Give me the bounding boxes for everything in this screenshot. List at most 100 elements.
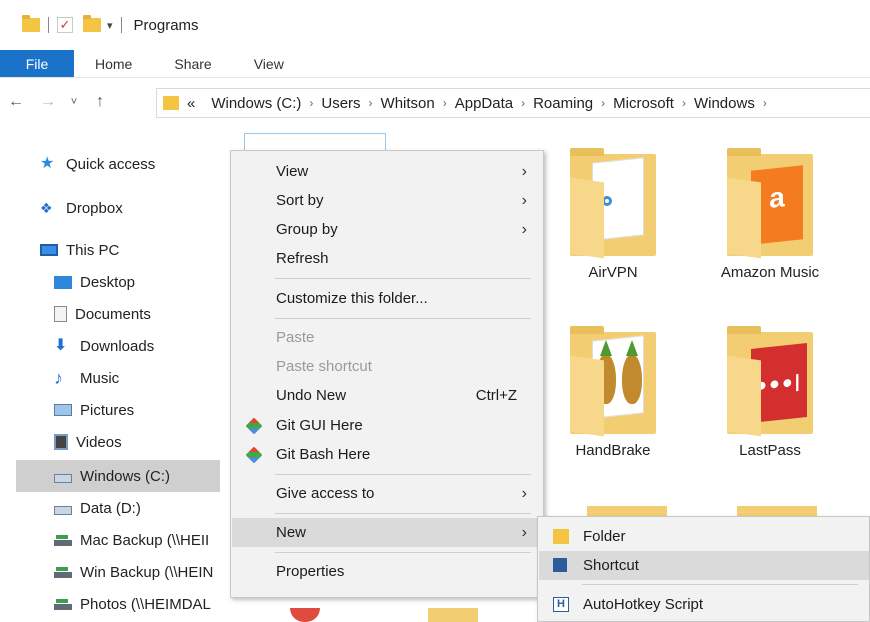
sidebar-item-mac-backup[interactable]: Mac Backup (\\HEII: [54, 524, 209, 556]
menu-item-git-gui-here[interactable]: Git GUI Here: [232, 411, 543, 440]
breadcrumb-overflow[interactable]: «: [187, 95, 195, 112]
chevron-right-icon[interactable]: ›: [521, 96, 525, 110]
chevron-right-icon[interactable]: ›: [763, 96, 767, 110]
folder-icon[interactable]: [428, 608, 478, 622]
menu-item-view[interactable]: View ›: [232, 157, 543, 186]
folder-item-airvpn[interactable]: AirVPN: [553, 148, 673, 281]
shortcut-icon: [553, 558, 567, 572]
submenu-item-shortcut[interactable]: Shortcut: [539, 551, 869, 580]
sidebar-item-windows-c[interactable]: Windows (C:): [16, 460, 220, 492]
navigation-bar: ← → ˅ ↑ « Windows (C:) › Users › Whitson…: [0, 80, 870, 124]
folder-icon: ●●●|: [727, 326, 813, 437]
recent-locations-chevron-icon[interactable]: ˅: [64, 96, 84, 108]
folder-item-handbrake[interactable]: HandBrake: [553, 326, 673, 459]
menu-separator: [275, 513, 531, 514]
sidebar-item-label: Downloads: [80, 337, 155, 355]
chevron-right-icon: ›: [521, 523, 527, 541]
menu-item-label: Git Bash Here: [276, 446, 371, 463]
breadcrumb-windows[interactable]: Windows: [694, 95, 755, 112]
up-arrow-icon[interactable]: ↑: [84, 93, 116, 111]
sidebar-item-documents[interactable]: Documents: [54, 298, 151, 330]
menu-item-label: Undo New: [276, 387, 347, 404]
menu-item-sort-by[interactable]: Sort by ›: [232, 186, 543, 215]
menu-item-paste: Paste: [232, 323, 543, 352]
new-folder-icon[interactable]: [83, 15, 101, 32]
folder-icon[interactable]: [22, 15, 40, 32]
chevron-right-icon[interactable]: ›: [682, 96, 686, 110]
sidebar-item-dropbox[interactable]: ❖ Dropbox: [40, 192, 123, 224]
submenu-item-folder[interactable]: Folder: [539, 522, 869, 551]
menu-item-properties[interactable]: Properties: [232, 557, 543, 586]
ribbon-tabs: File Home Share View: [0, 50, 870, 78]
folder-icon: [553, 529, 569, 544]
menu-item-git-bash-here[interactable]: Git Bash Here: [232, 440, 543, 469]
chevron-right-icon[interactable]: ›: [601, 96, 605, 110]
menu-item-label: Refresh: [276, 250, 329, 267]
chevron-right-icon: ›: [521, 220, 527, 238]
sidebar-item-label: Desktop: [80, 273, 136, 291]
menu-item-label: Shortcut: [583, 557, 639, 574]
address-bar[interactable]: « Windows (C:) › Users › Whitson › AppDa…: [156, 88, 870, 118]
menu-item-label: New: [276, 524, 307, 541]
menu-item-give-access-to[interactable]: Give access to ›: [232, 479, 543, 508]
chevron-right-icon[interactable]: ›: [309, 96, 313, 110]
properties-icon[interactable]: ✓: [57, 17, 73, 33]
sidebar-item-label: Data (D:): [80, 499, 141, 517]
sidebar-item-videos[interactable]: Videos: [54, 426, 122, 458]
dropbox-icon: ❖: [40, 200, 53, 216]
customize-quick-access-icon[interactable]: ▾: [107, 19, 113, 32]
sidebar-item-music[interactable]: ♪ Music: [54, 362, 119, 394]
sidebar-item-label: Win Backup (\\HEIN: [80, 563, 214, 581]
computer-icon: [40, 244, 58, 256]
menu-item-label: Give access to: [276, 485, 375, 502]
sidebar-item-pictures[interactable]: Pictures: [54, 394, 134, 426]
menu-item-label: Folder: [583, 528, 626, 545]
menu-item-refresh[interactable]: Refresh: [232, 244, 543, 273]
network-drive-icon: [54, 535, 72, 546]
chevron-right-icon[interactable]: ›: [369, 96, 373, 110]
sidebar-item-label: Documents: [75, 305, 151, 323]
sidebar-item-quick-access[interactable]: ★ Quick access: [40, 148, 155, 180]
menu-item-label: Group by: [276, 221, 338, 238]
tab-view[interactable]: View: [233, 50, 305, 77]
desktop-icon: [54, 275, 72, 289]
breadcrumb-appdata[interactable]: AppData: [455, 95, 513, 112]
menu-item-new[interactable]: New ›: [232, 518, 543, 547]
menu-separator: [275, 552, 531, 553]
folder-icon: [163, 96, 179, 110]
tab-share[interactable]: Share: [153, 50, 232, 77]
breadcrumb-windows-c[interactable]: Windows (C:): [211, 95, 301, 112]
sidebar-item-win-backup[interactable]: Win Backup (\\HEIN: [54, 556, 213, 588]
menu-item-label: Customize this folder...: [276, 290, 428, 307]
sidebar-item-this-pc[interactable]: This PC: [40, 234, 119, 266]
sidebar-item-downloads[interactable]: ⬇ Downloads: [54, 330, 154, 362]
videos-icon: [54, 434, 68, 450]
folder-item-lastpass[interactable]: ●●●| LastPass: [710, 326, 830, 459]
back-arrow-icon[interactable]: ←: [0, 93, 32, 111]
chevron-right-icon: ›: [521, 484, 527, 502]
chevron-right-icon[interactable]: ›: [443, 96, 447, 110]
breadcrumb-users[interactable]: Users: [321, 95, 360, 112]
music-note-icon: ♪: [54, 368, 63, 388]
sidebar-item-desktop[interactable]: Desktop: [54, 266, 135, 298]
breadcrumb-roaming[interactable]: Roaming: [533, 95, 593, 112]
menu-item-paste-shortcut: Paste shortcut: [232, 352, 543, 381]
sidebar-item-data-d[interactable]: Data (D:): [54, 492, 141, 524]
breadcrumb-whitson[interactable]: Whitson: [381, 95, 435, 112]
menu-item-label: Sort by: [276, 192, 324, 209]
app-icon[interactable]: [290, 608, 320, 622]
tab-home[interactable]: Home: [74, 50, 153, 77]
sidebar-item-photos[interactable]: Photos (\\HEIMDAL: [54, 588, 211, 620]
pineapple-icon: [622, 354, 642, 404]
window-title: Programs: [133, 16, 199, 34]
forward-arrow-icon[interactable]: →: [32, 93, 64, 111]
submenu-item-autohotkey-script[interactable]: H AutoHotkey Script: [539, 590, 869, 619]
menu-item-label: View: [276, 163, 309, 180]
folder-item-amazon-music[interactable]: a Amazon Music: [710, 148, 830, 281]
menu-item-undo-new[interactable]: Undo New Ctrl+Z: [232, 381, 543, 410]
menu-item-group-by[interactable]: Group by ›: [232, 215, 543, 244]
menu-item-customize-folder[interactable]: Customize this folder...: [232, 284, 543, 313]
breadcrumb-microsoft[interactable]: Microsoft: [613, 95, 674, 112]
menu-separator: [275, 278, 531, 279]
tab-file[interactable]: File: [0, 50, 74, 77]
